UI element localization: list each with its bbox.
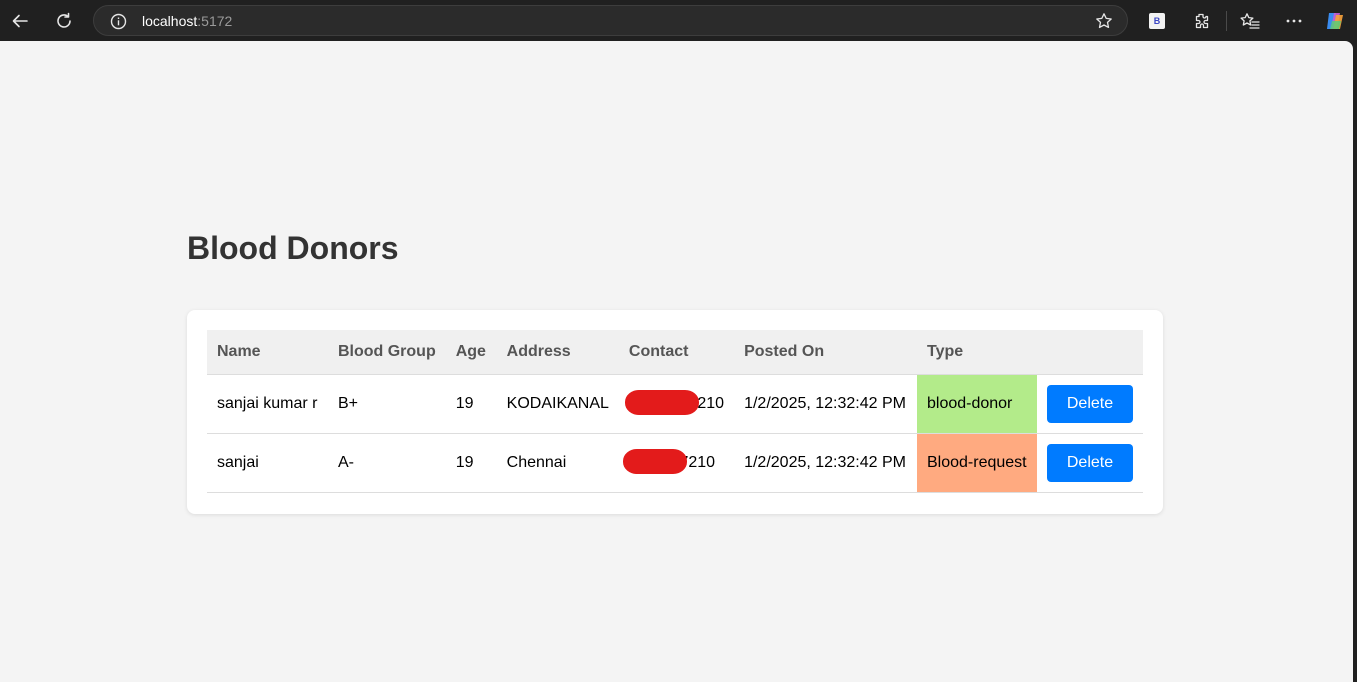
cell-address: KODAIKANAL [496, 374, 619, 434]
info-icon[interactable] [109, 12, 127, 30]
header-contact: Contact [618, 330, 735, 375]
cell-address: Chennai [496, 433, 619, 493]
favorites-icon[interactable] [1235, 6, 1265, 36]
header-address: Address [496, 330, 619, 375]
redaction-mark [624, 390, 699, 415]
star-icon[interactable] [1095, 12, 1113, 30]
table-row: sanjai kumar r B+ 19 KODAIKANAL 7210 1/2… [207, 374, 1143, 434]
header-blood-group: Blood Group [327, 330, 446, 375]
cell-blood-group: A- [327, 433, 446, 493]
cell-name: sanjai kumar r [207, 374, 328, 434]
cell-type-donor: blood-donor [916, 374, 1037, 434]
cell-name: sanjai [207, 433, 328, 493]
url-text: localhost:5172 [142, 13, 232, 29]
cell-posted-on: 1/2/2025, 12:32:42 PM [734, 374, 917, 434]
header-posted-on: Posted On [734, 330, 917, 375]
url-port: :5172 [197, 13, 233, 29]
back-arrow-icon[interactable] [5, 6, 35, 36]
toolbar-divider [1226, 11, 1227, 31]
redaction-mark [622, 449, 687, 474]
more-icon[interactable] [1279, 6, 1309, 36]
cell-contact: 7210 [618, 433, 735, 493]
cell-actions: Delete [1037, 433, 1143, 493]
header-name: Name [207, 330, 328, 375]
header-actions [1037, 330, 1143, 375]
table-header-row: Name Blood Group Age Address Contact Pos… [207, 330, 1143, 375]
cell-type-request: Blood-request [916, 433, 1037, 493]
cell-blood-group: B+ [327, 374, 446, 434]
extension-b-icon[interactable]: B [1149, 13, 1165, 29]
reload-icon[interactable] [49, 6, 79, 36]
cell-age: 19 [445, 374, 497, 434]
header-age: Age [445, 330, 497, 375]
copilot-icon[interactable] [1324, 10, 1346, 32]
cell-contact: 7210 [618, 374, 735, 434]
extensions-icon[interactable] [1186, 6, 1216, 36]
donors-card: Name Blood Group Age Address Contact Pos… [187, 310, 1163, 514]
header-type: Type [916, 330, 1037, 375]
url-host: localhost [142, 13, 198, 29]
page-title: Blood Donors [187, 230, 399, 266]
browser-toolbar: localhost:5172 B [0, 0, 1357, 41]
cell-posted-on: 1/2/2025, 12:32:42 PM [734, 433, 917, 493]
page-viewport: Blood Donors Name Blood Group Age Addres… [0, 41, 1353, 682]
table-row: sanjai A- 19 Chennai 7210 1/2/2025, 12:3… [207, 433, 1143, 493]
cell-age: 19 [445, 433, 497, 493]
donors-table: Name Blood Group Age Address Contact Pos… [207, 330, 1143, 493]
delete-button[interactable]: Delete [1047, 444, 1133, 482]
delete-button[interactable]: Delete [1047, 385, 1133, 423]
address-bar[interactable]: localhost:5172 [93, 5, 1128, 36]
cell-actions: Delete [1037, 374, 1143, 434]
